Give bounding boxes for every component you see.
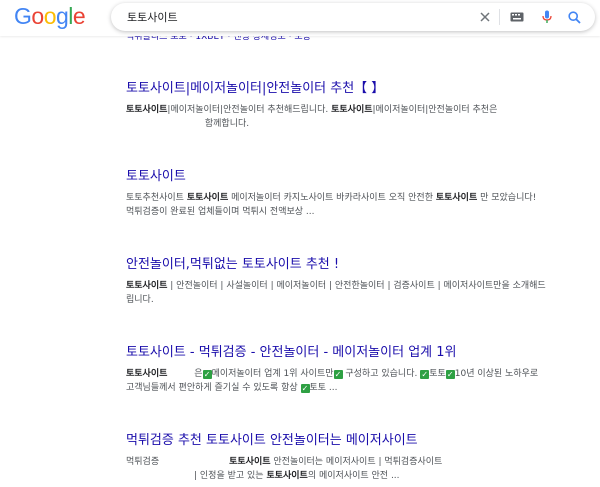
snippet-text: 함께합니다. bbox=[204, 119, 250, 129]
result-title[interactable]: 안전놀이터,먹튀없는 토토사이트 추천 ! bbox=[126, 256, 546, 274]
snippet-keyword: 토토사이트 bbox=[126, 105, 168, 115]
snippet-keyword: 토토사이트 bbox=[435, 193, 478, 203]
search-result: 토토사이트|메이저놀이터|안전놀이터 추천【 】 토토사이트|메이저놀이터|안전… bbox=[126, 80, 546, 131]
snippet-text: 토토 ... bbox=[309, 383, 338, 393]
google-logo[interactable]: Google bbox=[14, 3, 86, 30]
snippet-text: 은 bbox=[191, 369, 203, 379]
mic-icon[interactable] bbox=[539, 9, 555, 25]
check-icon: ✓ bbox=[445, 370, 455, 379]
search-result: 먹튀검증 추천 토토사이트 안전놀이터는 메이저사이트 먹튀검증 토토사이트 안전… bbox=[126, 432, 546, 483]
result-snippet: 토토사이트 은✓메이저놀이터 업계 1위 사이트만✓ 구성하고 있습니다. ✓토… bbox=[126, 367, 546, 395]
snippet-text: 먹튀검증 bbox=[126, 457, 160, 467]
logo-letter: o bbox=[43, 3, 57, 29]
snippet-keyword: 토토사이트 bbox=[186, 193, 229, 203]
result-title[interactable]: 토토사이트 - 먹튀검증 - 안전놀이터 - 메이저놀이터 업계 1위 bbox=[126, 344, 546, 362]
logo-letter: g bbox=[55, 3, 69, 29]
check-icon: ✓ bbox=[333, 370, 343, 379]
check-icon: ✓ bbox=[420, 370, 430, 379]
result-snippet: 토토추천사이트 토토사이트 메이저놀이터 카지노사이트 바카라사이트 오직 안전… bbox=[126, 191, 546, 219]
snippet-keyword: 토토사이트 bbox=[331, 105, 373, 115]
close-icon[interactable] bbox=[477, 9, 493, 25]
search-header: Google bbox=[0, 0, 600, 36]
snippet-keyword: 토토사이트 bbox=[126, 281, 168, 291]
snippet-text: 토토추천사이트 bbox=[126, 193, 187, 203]
result-title[interactable]: 토토사이트 bbox=[126, 168, 546, 186]
search-input[interactable] bbox=[125, 3, 429, 33]
snippet-text: 토토 bbox=[429, 369, 446, 379]
logo-letter: G bbox=[14, 3, 32, 29]
search-result: 토토사이트 토토추천사이트 토토사이트 메이저놀이터 카지노사이트 바카라사이트… bbox=[126, 168, 546, 219]
result-title[interactable]: 토토사이트|메이저놀이터|안전놀이터 추천【 】 bbox=[126, 80, 546, 98]
keyboard-icon[interactable] bbox=[509, 9, 525, 25]
logo-letter: o bbox=[31, 3, 44, 29]
search-box bbox=[111, 3, 595, 33]
snippet-text: 의 메이저사이트 안전 ... bbox=[307, 471, 400, 481]
check-icon: ✓ bbox=[202, 370, 212, 379]
snippet-text: 메이저놀이터 업계 1위 사이트만 bbox=[211, 369, 334, 379]
result-snippet: 토토사이트|메이저놀이터|안전놀이터 추천해드립니다. 토토사이트|메이저놀이터… bbox=[126, 103, 546, 131]
snippet-keyword: 토토사이트 bbox=[266, 471, 308, 481]
snippet-text: | 안전놀이터 | 사설놀이터 | 메이저놀이터 | 안전한놀이터 | 검증사이… bbox=[126, 281, 546, 305]
snippet-text: 메이저놀이터 카지노사이트 바카라사이트 오직 안전한 bbox=[228, 193, 436, 203]
snippet-text: |메이저놀이터|안전놀이터 추천해드립니다. bbox=[167, 105, 332, 115]
result-snippet: 토토사이트 | 안전놀이터 | 사설놀이터 | 메이저놀이터 | 안전한놀이터 … bbox=[126, 279, 546, 307]
snippet-text: 안전놀이터는 메이저사이트 | 먹튀검증사이트 bbox=[270, 457, 443, 467]
snippet-text: |메이저놀이터|안전놀이터 추천은 bbox=[372, 105, 498, 115]
snippet-text: | 인정을 받고 있는 bbox=[194, 471, 267, 481]
logo-letter: e bbox=[72, 3, 86, 29]
search-icon[interactable] bbox=[566, 9, 582, 25]
snippet-text: 구성하고 있습니다. bbox=[342, 369, 421, 379]
search-divider bbox=[499, 9, 500, 25]
search-result: 토토사이트 - 먹튀검증 - 안전놀이터 - 메이저놀이터 업계 1위 토토사이… bbox=[126, 344, 546, 395]
snippet-keyword: 토토사이트 bbox=[229, 457, 271, 467]
result-snippet: 먹튀검증 토토사이트 안전놀이터는 메이저사이트 | 먹튀검증사이트 | 인정을 … bbox=[126, 455, 546, 483]
search-result: 안전놀이터,먹튀없는 토토사이트 추천 ! 토토사이트 | 안전놀이터 | 사설… bbox=[126, 256, 546, 307]
check-icon: ✓ bbox=[300, 384, 310, 393]
snippet-keyword: 토토사이트 bbox=[126, 369, 168, 379]
result-title[interactable]: 먹튀검증 추천 토토사이트 안전놀이터는 메이저사이트 bbox=[126, 432, 546, 450]
